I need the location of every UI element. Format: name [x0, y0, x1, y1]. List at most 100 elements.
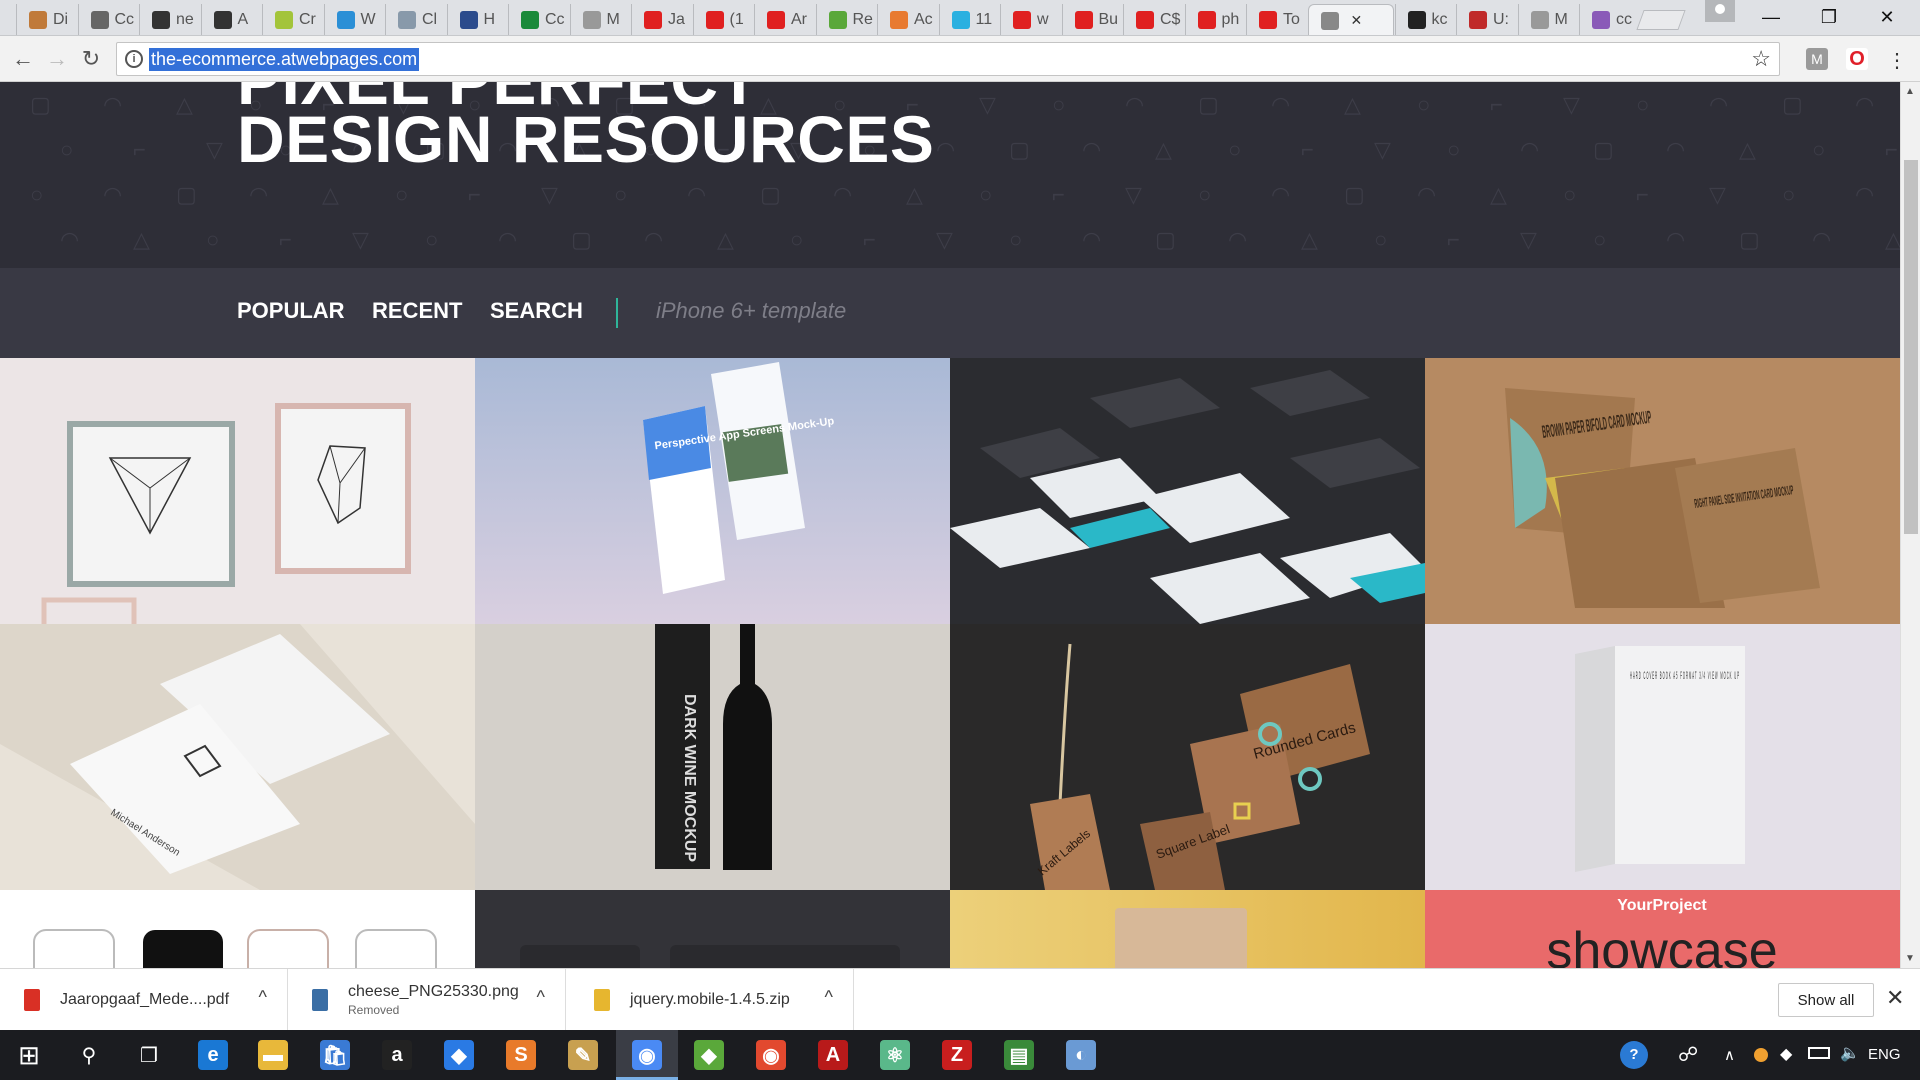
tile-hard-cover-book[interactable]: HARD COVER BOOK A5 FORMAT 3/4 VIEW MOCK …	[1425, 624, 1900, 890]
browser-tab[interactable]: H	[446, 4, 511, 35]
download-item[interactable]: jquery.mobile-1.4.5.zip ^	[566, 969, 854, 1031]
tile-dark-ui-screens[interactable]	[950, 358, 1425, 624]
scrollbar-thumb[interactable]	[1904, 160, 1918, 534]
tile-iphone-wireframes[interactable]	[0, 890, 475, 968]
browser-tab[interactable]: M	[569, 4, 634, 35]
battery-icon[interactable]	[1808, 1047, 1830, 1059]
hero-pattern-shape: ○	[1447, 137, 1461, 162]
browser-tab[interactable]: (1	[692, 4, 757, 35]
volume-icon[interactable]: 🔈	[1840, 1043, 1860, 1063]
tile-dark-devices[interactable]	[475, 890, 950, 968]
download-item[interactable]: cheese_PNG25330.png Removed ^	[288, 969, 566, 1031]
browser-tab[interactable]: To	[1246, 4, 1310, 35]
browser-tab[interactable]: Cl	[385, 4, 449, 35]
taskbar-chrome-active-icon[interactable]: ◉	[632, 1040, 662, 1070]
tile-your-project-showcase[interactable]: YourProject showcase	[1425, 890, 1900, 968]
start-button-icon[interactable]: ⊞	[14, 1040, 44, 1070]
download-options-caret-icon[interactable]: ^	[259, 987, 267, 1008]
site-info-icon[interactable]: i	[125, 50, 143, 68]
taskbar-dropbox-icon[interactable]: ◆	[444, 1040, 474, 1070]
download-options-caret-icon[interactable]: ^	[825, 987, 833, 1008]
hero-pattern-shape: ▢	[1739, 227, 1760, 252]
browser-tab[interactable]: Cc	[508, 4, 572, 35]
nav-recent-link[interactable]: RECENT	[372, 298, 462, 324]
tray-chevron-icon[interactable]: ∧	[1724, 1046, 1735, 1064]
tile-perspective-app-screens[interactable]: Perspective App Screens Mock-Up	[475, 358, 950, 624]
scroll-down-arrow-icon[interactable]: ▼	[1905, 953, 1915, 964]
download-options-caret-icon[interactable]: ^	[537, 987, 545, 1008]
restore-button[interactable]: ❐	[1800, 0, 1858, 34]
tile-brown-paper-card[interactable]: BROWN PAPER BIFOLD CARD MOCKUP RIGHT PAN…	[1425, 358, 1900, 624]
nav-popular-link[interactable]: POPULAR	[237, 298, 345, 324]
address-text[interactable]: the-ecommerce.atwebpages.com	[149, 47, 420, 71]
bookmark-star-icon[interactable]: ☆	[1751, 46, 1771, 72]
profile-avatar-icon[interactable]	[1705, 0, 1735, 22]
taskbar-paint-palette-icon[interactable]: ◐	[1066, 1040, 1096, 1070]
new-tab-button[interactable]	[1636, 10, 1686, 30]
extension-m-icon[interactable]: M	[1806, 48, 1828, 70]
tile-dark-wine[interactable]: DARK WINE MOCKUP	[475, 624, 950, 890]
taskbar-sublime-icon[interactable]: S	[506, 1040, 536, 1070]
dropbox-tray-icon[interactable]: ◆	[1780, 1044, 1792, 1064]
taskbar-chrome-icon[interactable]: ◉	[756, 1040, 786, 1070]
page-scrollbar[interactable]: ▲ ▼	[1900, 82, 1920, 968]
browser-tab[interactable]: Bu	[1061, 4, 1126, 35]
browser-tab[interactable]: Ar	[754, 4, 818, 35]
browser-tab[interactable]: Cc	[77, 4, 142, 35]
browser-tab[interactable]: U:	[1456, 4, 1520, 35]
browser-tab-active[interactable]: ✕	[1307, 4, 1394, 35]
tile-pouch[interactable]	[950, 890, 1425, 968]
language-indicator[interactable]: ENG	[1868, 1046, 1901, 1063]
browser-tab[interactable]: w	[1000, 4, 1064, 35]
browser-tab[interactable]: Ja	[631, 4, 695, 35]
task-view-icon[interactable]: ❐	[134, 1040, 164, 1070]
show-all-downloads-button[interactable]: Show all	[1778, 983, 1874, 1017]
browser-tab[interactable]: Cr	[262, 4, 326, 35]
browser-tab[interactable]: 11	[938, 4, 1003, 35]
taskbar-git-icon[interactable]: ◆	[694, 1040, 724, 1070]
download-item[interactable]: Jaaropgaaf_Mede....pdf ^	[0, 969, 288, 1031]
taskbar-edge-icon[interactable]: e	[198, 1040, 228, 1070]
people-icon[interactable]: ☍	[1678, 1042, 1698, 1067]
address-bar[interactable]: i the-ecommerce.atwebpages.com ☆	[116, 42, 1780, 76]
browser-tab[interactable]: Di	[16, 4, 80, 35]
taskbar-paint-icon[interactable]: ✎	[568, 1040, 598, 1070]
tab-close-icon[interactable]: ✕	[1351, 12, 1363, 29]
taskbar-excel-doc-icon[interactable]: ▤	[1004, 1040, 1034, 1070]
browser-tab[interactable]: W	[323, 4, 388, 35]
scroll-up-arrow-icon[interactable]: ▲	[1905, 86, 1915, 97]
tile-kraft-labels[interactable]: Rounded Cards Square Label Kraft Labels	[950, 624, 1425, 890]
reload-button[interactable]: ↻	[76, 44, 106, 74]
browser-tab[interactable]: A	[200, 4, 265, 35]
nav-search-link[interactable]: SEARCH	[490, 298, 583, 324]
tile-business-cards[interactable]: Michael Anderson	[0, 624, 475, 890]
browser-menu-icon[interactable]: ⋮	[1886, 48, 1908, 72]
taskbar-amazon-icon[interactable]: a	[382, 1040, 412, 1070]
browser-tab[interactable]: C$	[1123, 4, 1187, 35]
browser-tab[interactable]: Re	[815, 4, 880, 35]
browser-tab[interactable]: M	[1517, 4, 1582, 35]
forward-button[interactable]: →	[42, 44, 72, 74]
search-input[interactable]: iPhone 6+ template	[656, 298, 846, 324]
back-button[interactable]: ←	[8, 44, 38, 74]
hero-pattern-shape: ⌐	[468, 182, 481, 207]
browser-tab[interactable]: Ac	[877, 4, 941, 35]
search-icon[interactable]: ⚲	[74, 1040, 104, 1070]
taskbar-acrobat-icon[interactable]: A	[818, 1040, 848, 1070]
tile-frames-geometric[interactable]	[0, 358, 475, 624]
browser-tab[interactable]: kc	[1394, 4, 1459, 35]
browser-tab[interactable]: ne	[139, 4, 203, 35]
opera-extension-icon[interactable]: O	[1846, 48, 1868, 70]
minimize-button[interactable]: —	[1742, 0, 1800, 34]
close-window-button[interactable]: ✕	[1858, 0, 1916, 34]
help-icon[interactable]: ?	[1620, 1041, 1648, 1069]
taskbar-filezilla-icon[interactable]: Z	[942, 1040, 972, 1070]
taskbar-store-icon[interactable]: 🛍	[320, 1040, 350, 1070]
tray-app-icon[interactable]	[1754, 1048, 1768, 1062]
close-download-bar-icon[interactable]: ✕	[1886, 985, 1904, 1011]
hero-pattern-shape: ▽	[1520, 227, 1537, 252]
browser-tab[interactable]: cc	[1579, 4, 1643, 35]
taskbar-atom-icon[interactable]: ⚛	[880, 1040, 910, 1070]
taskbar-file-explorer-icon[interactable]: ▬	[258, 1040, 288, 1070]
browser-tab[interactable]: ph	[1184, 4, 1249, 35]
